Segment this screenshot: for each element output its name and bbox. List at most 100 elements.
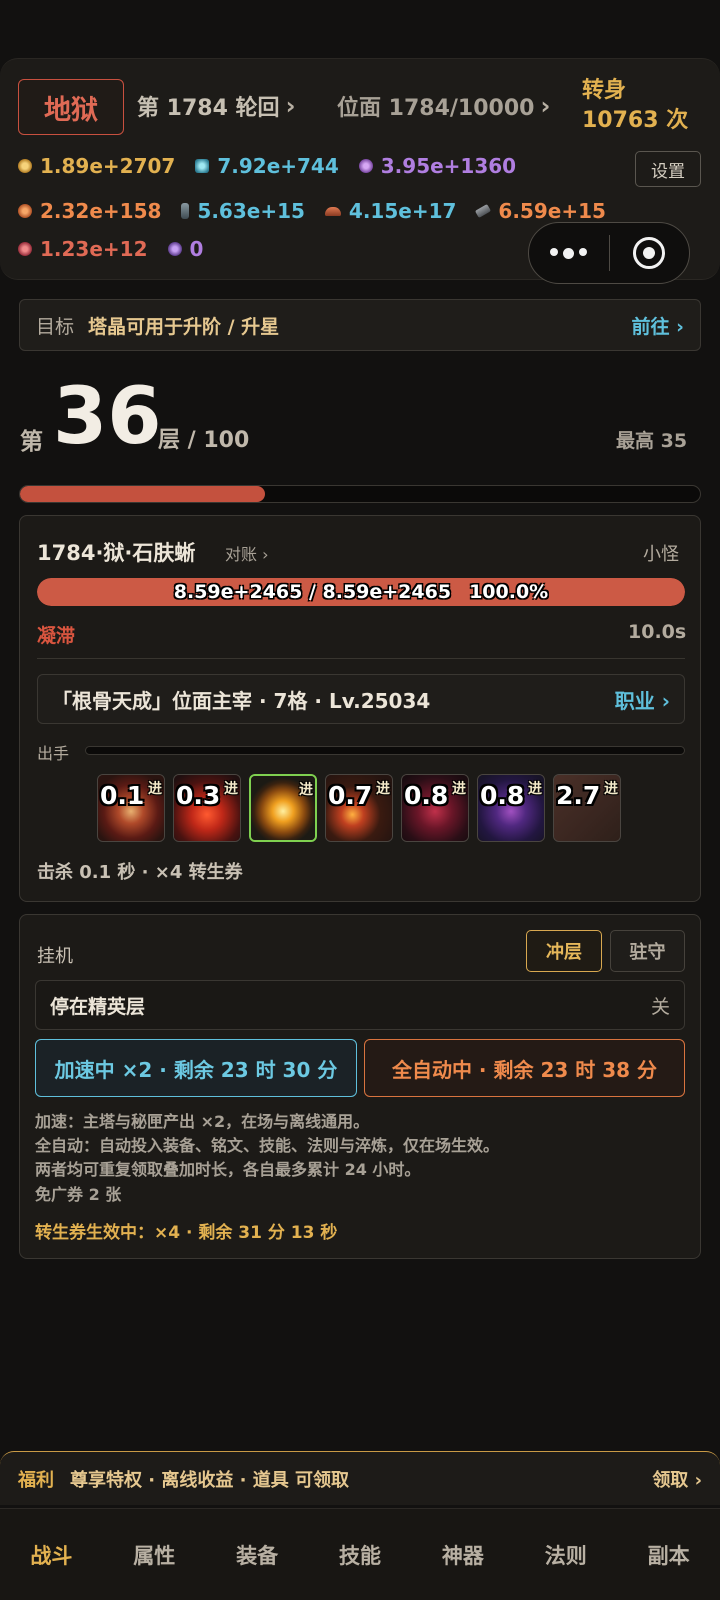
floor-max: 最高 35 — [616, 430, 688, 452]
status-effect-label: 凝滞 — [37, 625, 76, 647]
cycle-link[interactable]: 第 1784 轮回 › — [137, 90, 295, 122]
resource-value: 6.59e+15 — [498, 199, 606, 223]
skill-slot[interactable]: 0.1 进 — [97, 774, 165, 842]
fire-pouch-icon — [18, 204, 32, 218]
auto-mode-button[interactable]: 全自动中 · 剩余 23 时 38 分 — [364, 1039, 685, 1097]
enemy-hp-text: 8.59e+2465 / 8.59e+2465 100.0% — [37, 578, 685, 606]
resource-value: 1.89e+2707 — [40, 154, 176, 178]
class-text: 「根骨天成」位面主宰 · 7格 · Lv.25034 — [52, 688, 431, 713]
tab-artifacts[interactable]: 神器 — [411, 1540, 514, 1570]
plane-label: 位面 1784/10000 — [337, 96, 535, 121]
stop-at-elite-toggle[interactable]: 停在精英层 关 — [35, 980, 685, 1030]
resource-item: 4.15e+17 — [324, 199, 457, 223]
tab-battle[interactable]: 战斗 — [0, 1540, 103, 1570]
skill-slot[interactable]: 2.7 进 — [553, 774, 621, 842]
skill-cooldown: 0.8 — [404, 781, 449, 810]
welfare-claim-link[interactable]: 领取 › — [652, 1466, 702, 1492]
divider — [37, 658, 685, 659]
resource-value: 7.92e+744 — [217, 154, 339, 178]
resource-item: 0 — [167, 237, 204, 261]
skill-slot-active[interactable]: 进 — [249, 774, 317, 842]
skill-slot[interactable]: 0.8 进 — [401, 774, 469, 842]
stop-at-elite-value: 关 — [650, 995, 670, 1018]
status-effect-time: 10.0s — [628, 621, 687, 643]
idle-title: 挂机 — [37, 946, 73, 967]
resource-item: 1.23e+12 — [18, 237, 148, 261]
bottom-nav: 战斗 属性 装备 技能 神器 法则 副本 — [0, 1508, 720, 1600]
skill-cooldown: 2.7 — [556, 781, 601, 810]
more-options-icon[interactable] — [529, 247, 609, 259]
enemy-name: 1784·狱·石肤蜥 — [37, 541, 196, 565]
resource-value: 0 — [189, 237, 204, 261]
rebirth-counter: 转身 10763 次 — [582, 76, 688, 136]
plane-link[interactable]: 位面 1784/10000 › — [337, 90, 550, 122]
welfare-label: 福利 — [18, 1469, 54, 1491]
floor-progress-bar — [19, 485, 701, 503]
resource-value: 3.95e+1360 — [380, 154, 517, 178]
realm-badge[interactable]: 地狱 — [18, 79, 124, 135]
floor-total: 层 / 100 — [158, 428, 250, 453]
stack-note: 两者均可重复领取叠加时长，各自最多累计 24 小时。 — [35, 1160, 421, 1179]
skill-advance-badge: 进 — [148, 781, 162, 797]
close-miniprogram-icon[interactable] — [610, 237, 690, 269]
floor-progress-fill — [20, 486, 265, 502]
skill-cooldown: 0.8 — [480, 781, 525, 810]
skill-advance-badge: 进 — [528, 781, 542, 797]
resource-row-1: 1.89e+2707 7.92e+744 3.95e+1360 — [18, 154, 516, 178]
tab-dungeon[interactable]: 副本 — [617, 1540, 720, 1570]
reconcile-link[interactable]: 对账 › — [225, 541, 269, 565]
crystal-shard-icon — [181, 203, 190, 219]
resource-item: 7.92e+744 — [195, 154, 339, 178]
goal-text: 塔晶可用于升阶 / 升星 — [88, 315, 280, 338]
skill-cooldown: 0.1 — [100, 781, 145, 810]
tab-laws[interactable]: 法则 — [514, 1540, 617, 1570]
enemy-type: 小怪 — [643, 544, 679, 565]
red-rune-icon — [18, 242, 32, 256]
skill-cooldown: 0.3 — [176, 781, 221, 810]
welfare-bar[interactable]: 福利 尊享特权 · 离线收益 · 道具 可领取 领取 › — [0, 1451, 720, 1505]
skill-advance-badge: 进 — [224, 781, 238, 797]
skill-cooldown: 0.7 — [328, 781, 373, 810]
resource-row-2: 2.32e+158 5.63e+15 4.15e+17 6.59e+15 — [18, 199, 606, 223]
resource-item: 3.95e+1360 — [358, 154, 517, 178]
class-link[interactable]: 职业 › — [615, 685, 670, 714]
tab-equipment[interactable]: 装备 — [206, 1540, 309, 1570]
skill-advance-badge: 进 — [299, 782, 313, 798]
resource-item: 6.59e+15 — [475, 199, 606, 223]
cycle-label: 第 1784 轮回 — [137, 96, 280, 121]
chevron-right-icon: › — [285, 92, 296, 120]
scroll-icon — [475, 204, 492, 218]
goal-label: 目标 — [36, 315, 75, 338]
rebirth-count: 10763 次 — [582, 108, 689, 133]
resource-item: 1.89e+2707 — [18, 154, 175, 178]
skill-slot[interactable]: 0.8 进 — [477, 774, 545, 842]
resource-value: 5.63e+15 — [197, 199, 305, 223]
attack-timeline — [85, 746, 685, 755]
skill-slot[interactable]: 0.3 进 — [173, 774, 241, 842]
chevron-right-icon: › — [540, 92, 551, 120]
resource-row-3: 1.23e+12 0 — [18, 237, 203, 261]
skill-slot[interactable]: 0.7 进 — [325, 774, 393, 842]
floor-number: 36 — [53, 372, 162, 462]
goal-go-link[interactable]: 前往 › — [632, 312, 684, 339]
auto-note: 全自动：自动投入装备、铭文、技能、法则与淬炼，仅在场生效。 — [35, 1136, 500, 1155]
resource-item: 5.63e+15 — [181, 199, 305, 223]
ad-ticket-note: 免广券 2 张 — [35, 1185, 122, 1204]
tab-skills[interactable]: 技能 — [309, 1540, 412, 1570]
resource-value: 4.15e+17 — [348, 199, 457, 223]
ore-pile-icon — [324, 206, 341, 216]
class-bar[interactable]: 「根骨天成」位面主宰 · 7格 · Lv.25034 职业 › — [37, 674, 685, 724]
settings-button[interactable]: 设置 — [635, 151, 701, 187]
speed-boost-button[interactable]: 加速中 ×2 · 剩余 23 时 30 分 — [35, 1039, 357, 1097]
mode-guard-button[interactable]: 驻守 — [610, 930, 685, 972]
enemy-hp-value: 8.59e+2465 / 8.59e+2465 — [173, 581, 452, 603]
mode-climb-button[interactable]: 冲层 — [526, 930, 602, 972]
tab-attributes[interactable]: 属性 — [103, 1540, 206, 1570]
gold-coin-icon — [18, 159, 32, 173]
skill-advance-badge: 进 — [376, 781, 390, 797]
attack-label: 出手 — [37, 744, 70, 763]
blue-gem-icon — [195, 159, 210, 173]
violet-rune-icon — [167, 242, 182, 256]
goal-bar[interactable]: 目标 塔晶可用于升阶 / 升星 前往 › — [19, 299, 701, 351]
resource-item: 2.32e+158 — [18, 199, 161, 223]
